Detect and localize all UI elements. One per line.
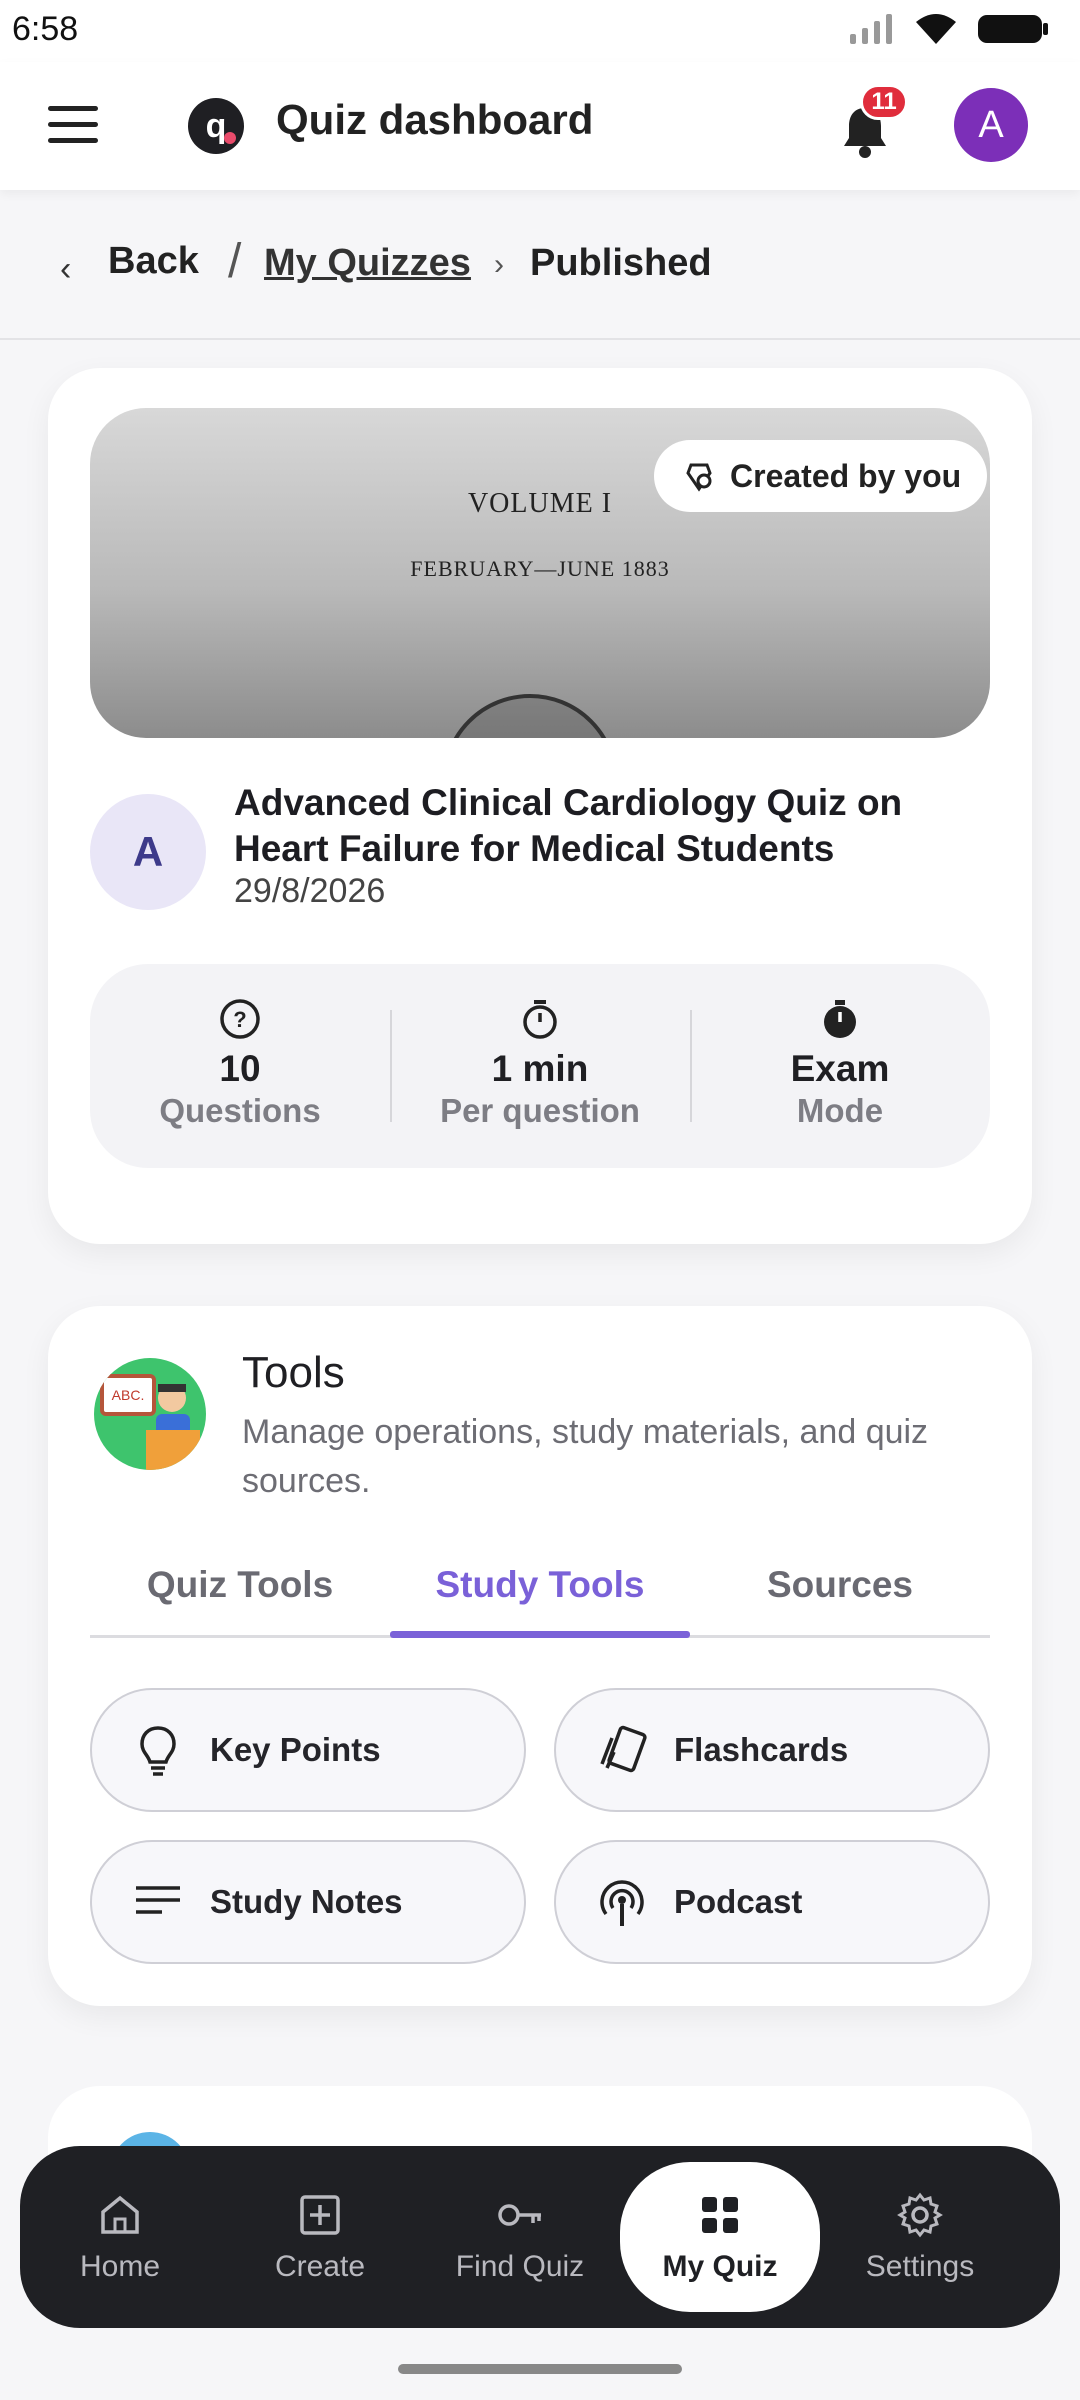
bottom-navigation: Home Create Find Quiz My Quiz Settings bbox=[20, 2146, 1060, 2328]
wifi-icon bbox=[916, 14, 956, 44]
stat-time: 1 min Per question bbox=[390, 964, 690, 1168]
badge-shield-icon bbox=[686, 463, 712, 492]
flashcards-icon bbox=[600, 1725, 647, 1773]
status-icons bbox=[848, 12, 1050, 46]
nav-my-quiz[interactable]: My Quiz bbox=[620, 2162, 820, 2312]
tools-title: Tools bbox=[242, 1348, 345, 1397]
breadcrumb-chevron-icon: › bbox=[494, 248, 504, 281]
hamburger-menu-icon[interactable] bbox=[48, 106, 98, 146]
podcast-button[interactable]: Podcast bbox=[554, 1840, 990, 1964]
flashcards-label: Flashcards bbox=[674, 1731, 849, 1768]
svg-text:ABC.: ABC. bbox=[112, 1387, 145, 1403]
tools-card: ABC. Tools Manage operations, study mate… bbox=[48, 1306, 1032, 2006]
question-circle-icon: ? bbox=[220, 999, 260, 1039]
podcast-label: Podcast bbox=[674, 1883, 803, 1920]
tab-sources[interactable]: Sources bbox=[690, 1554, 990, 1635]
created-by-you-label: Created by you bbox=[730, 457, 962, 494]
status-time: 6:58 bbox=[12, 10, 79, 48]
quiz-card: VOLUME I FEBRUARY—JUNE 1883 Created by y… bbox=[48, 368, 1032, 1244]
back-chevron-icon[interactable]: ‹ bbox=[60, 250, 71, 289]
podcast-icon bbox=[600, 1880, 644, 1926]
key-points-label: Key Points bbox=[210, 1731, 381, 1768]
breadcrumb: ‹ Back / My Quizzes › Published bbox=[0, 190, 1080, 340]
key-icon bbox=[498, 2204, 541, 2226]
signal-icon bbox=[850, 14, 892, 44]
stat-questions: ? 10 Questions bbox=[90, 964, 390, 1168]
tab-quiz-tools[interactable]: Quiz Tools bbox=[90, 1554, 390, 1635]
tools-subtitle: Manage operations, study materials, and … bbox=[242, 1413, 929, 1500]
breadcrumb-separator: / bbox=[228, 235, 242, 288]
created-by-you-badge: Created by you bbox=[654, 440, 988, 512]
quiz-date: 29/8/2026 bbox=[234, 872, 386, 910]
tools-tabs: Quiz Tools Study Tools Sources bbox=[90, 1554, 990, 1638]
nav-home[interactable]: Home bbox=[20, 2162, 220, 2312]
stat-mode-label: Mode bbox=[796, 1092, 884, 1129]
quiz-title: Advanced Clinical Cardiology Quiz on Hea… bbox=[234, 782, 903, 869]
breadcrumb-current: Published bbox=[530, 242, 712, 284]
user-avatar[interactable]: A bbox=[954, 88, 1028, 162]
stopwatch-icon bbox=[824, 1000, 856, 1038]
cover-date-text: FEBRUARY—JUNE 1883 bbox=[410, 556, 670, 581]
stat-time-label: Per question bbox=[440, 1092, 640, 1129]
nav-my-quiz-label: My Quiz bbox=[662, 2250, 778, 2283]
home-indicator bbox=[398, 2364, 682, 2374]
stat-mode: Exam Mode bbox=[690, 964, 990, 1168]
key-points-button[interactable]: Key Points bbox=[90, 1688, 526, 1812]
nav-create-label: Create bbox=[274, 2250, 366, 2283]
grid-icon bbox=[702, 2197, 738, 2233]
cover-seal-icon bbox=[442, 694, 618, 738]
svg-text:?: ? bbox=[233, 1007, 246, 1032]
notes-lines-icon bbox=[136, 1886, 180, 1914]
study-notes-label: Study Notes bbox=[210, 1883, 403, 1920]
page-title: Quiz dashboard bbox=[276, 96, 594, 143]
logo-dot bbox=[224, 132, 236, 144]
gear-icon bbox=[897, 2192, 943, 2238]
author-avatar: A bbox=[90, 794, 206, 910]
stat-questions-value: 10 bbox=[219, 1048, 261, 1089]
teacher-illustration-icon: ABC. bbox=[94, 1358, 206, 1470]
add-square-icon bbox=[300, 2195, 340, 2235]
study-tools-grid: Key Points Flashcards Study Notes Podcas… bbox=[90, 1688, 990, 1964]
stat-time-value: 1 min bbox=[491, 1048, 589, 1089]
flashcards-button[interactable]: Flashcards bbox=[554, 1688, 990, 1812]
study-notes-button[interactable]: Study Notes bbox=[90, 1840, 526, 1964]
nav-find-quiz[interactable]: Find Quiz bbox=[420, 2162, 620, 2312]
quiz-stats: ? 10 Questions 1 min Per question Exam M… bbox=[90, 964, 990, 1168]
stat-mode-value: Exam bbox=[790, 1048, 890, 1089]
nav-find-quiz-label: Find Quiz bbox=[455, 2250, 585, 2283]
lightbulb-icon bbox=[140, 1726, 176, 1776]
quiz-cover-image: VOLUME I FEBRUARY—JUNE 1883 Created by y… bbox=[90, 408, 990, 738]
notification-badge: 11 bbox=[860, 84, 908, 120]
timer-icon bbox=[523, 1000, 557, 1039]
tab-study-tools[interactable]: Study Tools bbox=[390, 1554, 690, 1638]
breadcrumb-my-quizzes-link[interactable]: My Quizzes bbox=[264, 242, 471, 285]
nav-create[interactable]: Create bbox=[220, 2162, 420, 2312]
app-logo: q bbox=[188, 98, 244, 154]
nav-settings-label: Settings bbox=[865, 2250, 975, 2283]
back-button[interactable]: Back bbox=[108, 240, 199, 283]
nav-settings[interactable]: Settings bbox=[820, 2162, 1020, 2312]
app-bar: q Quiz dashboard 11 A bbox=[0, 62, 1080, 190]
home-icon bbox=[101, 2195, 139, 2234]
stat-questions-label: Questions bbox=[159, 1092, 321, 1129]
nav-home-label: Home bbox=[79, 2250, 161, 2283]
status-bar: 6:58 bbox=[0, 0, 1080, 62]
battery-icon bbox=[978, 15, 1048, 43]
